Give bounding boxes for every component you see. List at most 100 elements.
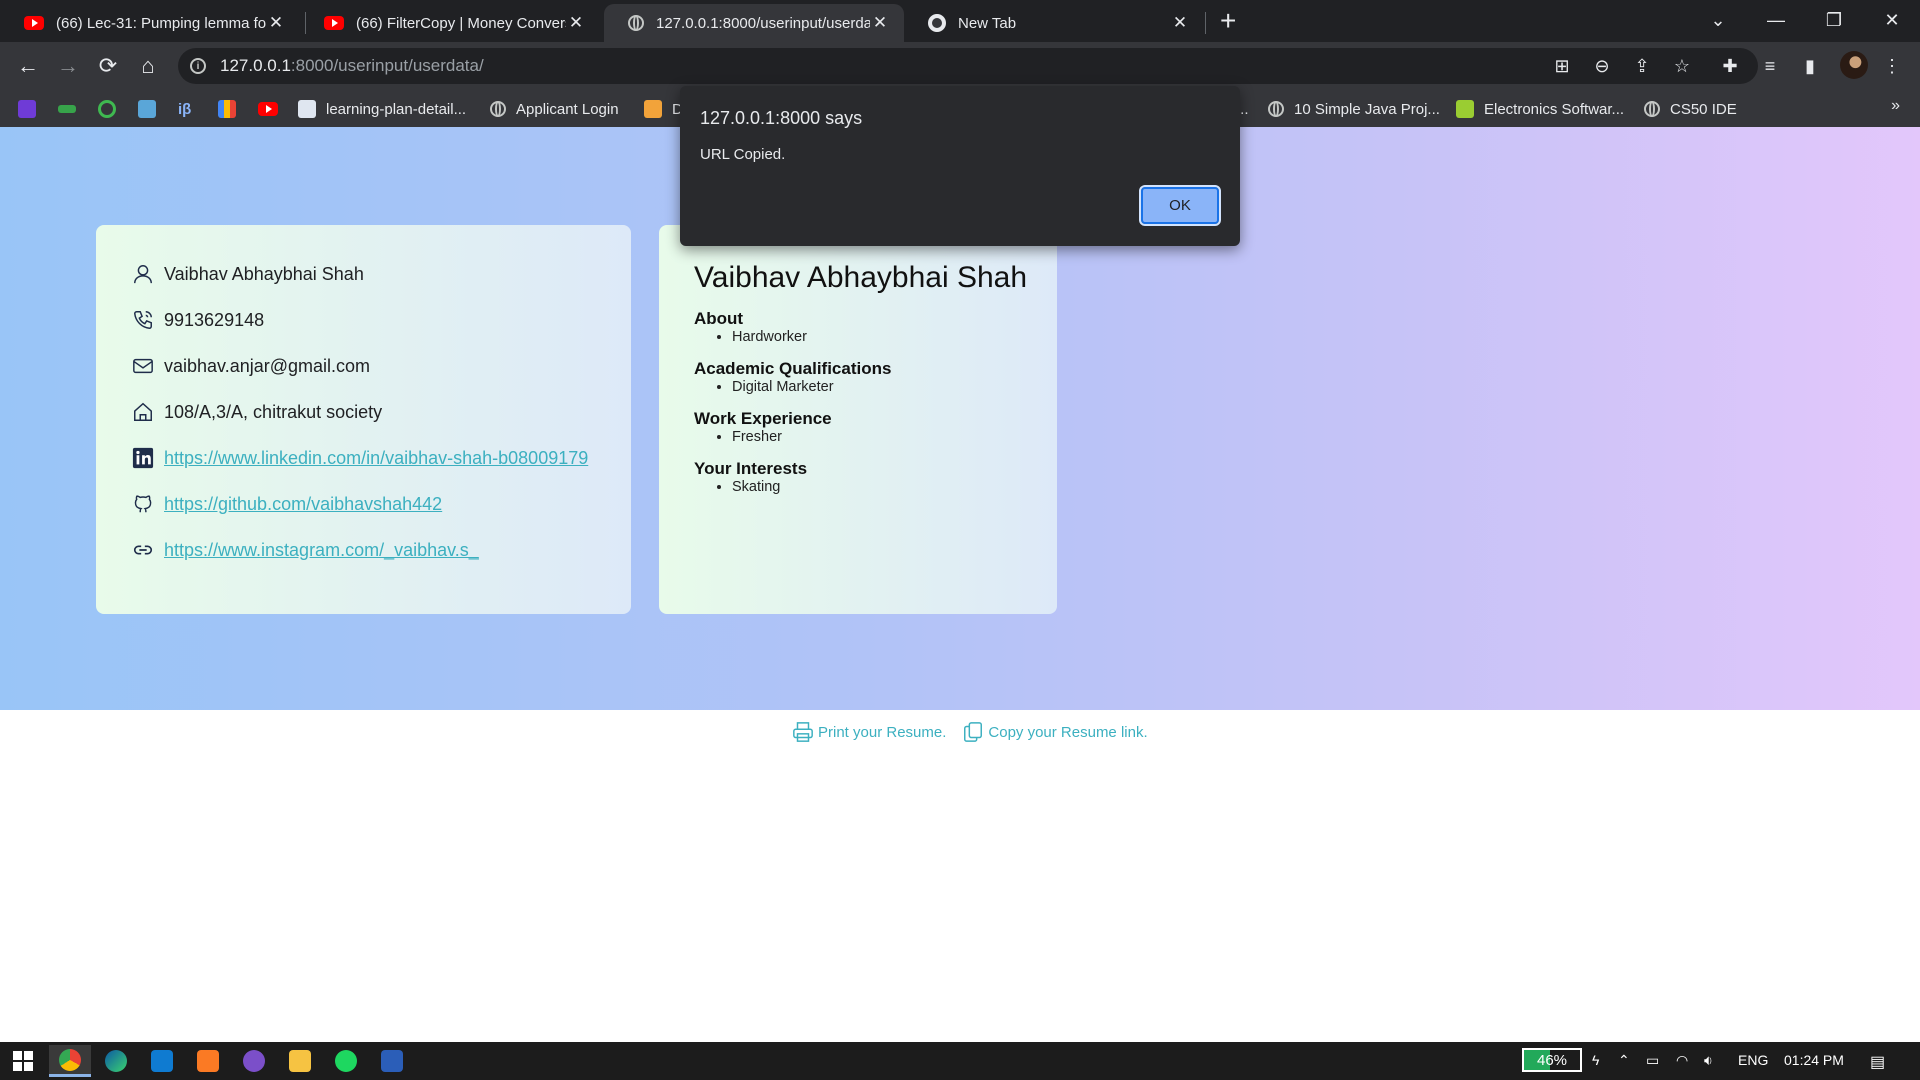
windows-taskbar: 46% ϟ ⌃ ▭ ◠ 🔉︎ ENG 01:24 PM ▤ — [0, 1042, 1920, 1080]
bookmark-label: Applicant Login — [516, 100, 619, 118]
forward-icon[interactable]: → — [52, 50, 84, 82]
bookmark-icon-2[interactable] — [58, 98, 76, 120]
bookmark-cs50[interactable]: CS50 IDE — [1644, 98, 1737, 120]
tab-title: (66) Lec-31: Pumping lemma for — [56, 14, 266, 32]
globe-icon — [628, 15, 644, 31]
language-indicator[interactable]: ENG — [1738, 1052, 1768, 1068]
chrome-icon — [928, 14, 946, 32]
bookmark-electronics[interactable]: Electronics Softwar... — [1456, 98, 1624, 120]
notifications-icon[interactable]: ▤ — [1870, 1052, 1885, 1072]
tab-strip: (66) Lec-31: Pumping lemma for ✕ (66) Fi… — [0, 0, 1920, 42]
bookmark-icon-4[interactable] — [138, 98, 156, 120]
github-link[interactable]: https://github.com/vaibhavshah442 — [164, 494, 442, 515]
close-icon[interactable]: ✕ — [1170, 13, 1190, 33]
share-icon[interactable]: ⇪ — [1630, 54, 1654, 78]
bookmark-learning-plan[interactable]: learning-plan-detail... — [298, 98, 466, 120]
tab-1[interactable]: (66) Lec-31: Pumping lemma for ✕ — [0, 4, 300, 42]
bookmark-star-icon[interactable]: ☆ — [1670, 54, 1694, 78]
contact-linkedin-row: https://www.linkedin.com/in/vaibhav-shah… — [132, 447, 588, 469]
battery-icon[interactable]: ▭ — [1646, 1052, 1659, 1069]
contact-instagram-row: https://www.instagram.com/_vaibhav.s_ — [132, 539, 479, 561]
tab-title: (66) FilterCopy | Money Conversa — [356, 14, 566, 32]
charging-icon: ϟ — [1592, 1052, 1600, 1068]
bookmark-icon-1[interactable] — [18, 98, 36, 120]
cisco-icon — [298, 100, 316, 118]
chrome-icon — [59, 1048, 81, 1071]
link-icon — [132, 539, 154, 561]
taskbar-edge[interactable] — [95, 1045, 137, 1077]
volume-icon[interactable]: 🔉︎ — [1704, 1052, 1713, 1069]
instagram-link[interactable]: https://www.instagram.com/_vaibhav.s_ — [164, 540, 479, 561]
site-info-icon[interactable]: i — [190, 58, 206, 74]
section-title-academic: Academic Qualifications — [694, 359, 892, 378]
contact-address: 108/A,3/A, chitrakut society — [164, 401, 383, 422]
copy-resume-link[interactable]: Copy your Resume link. — [962, 721, 1148, 743]
bookmark-favicon — [644, 100, 662, 118]
tab-4[interactable]: New Tab ✕ — [904, 4, 1204, 42]
tab-2[interactable]: (66) FilterCopy | Money Conversa ✕ — [300, 4, 600, 42]
taskbar-xampp[interactable] — [187, 1045, 229, 1077]
print-resume-link[interactable]: Print your Resume. — [792, 721, 946, 743]
bookmark-youtube[interactable] — [258, 98, 278, 120]
taskbar-github-desktop[interactable] — [233, 1045, 275, 1077]
home-icon[interactable]: ⌂ — [132, 50, 164, 82]
contact-name: Vaibhav Abhaybhai Shah — [164, 263, 364, 284]
bookmark-label: 10 Simple Java Proj... — [1294, 100, 1440, 118]
close-icon[interactable]: ✕ — [870, 13, 890, 33]
back-icon[interactable]: ← — [12, 50, 44, 82]
bookmark-d[interactable]: D — [644, 98, 683, 120]
linkedin-link[interactable]: https://www.linkedin.com/in/vaibhav-shah… — [164, 448, 588, 469]
list-item: Fresher — [732, 429, 1057, 445]
bookmark-icon-6[interactable] — [218, 98, 236, 120]
taskbar-file-explorer[interactable] — [279, 1045, 321, 1077]
restore-button[interactable]: ❐ — [1804, 0, 1864, 40]
bookmark-icon-3[interactable] — [98, 98, 116, 120]
minimize-button[interactable]: — — [1746, 0, 1806, 40]
linkedin-icon — [132, 447, 154, 469]
taskbar-vscode[interactable] — [141, 1045, 183, 1077]
contact-address-row: 108/A,3/A, chitrakut society — [132, 401, 382, 423]
list-item: Skating — [732, 479, 1057, 495]
close-window-button[interactable]: ✕ — [1862, 0, 1920, 40]
start-button[interactable] — [2, 1045, 44, 1077]
phone-icon — [132, 309, 154, 331]
chevron-up-icon[interactable]: ⌃ — [1618, 1052, 1630, 1069]
battery-indicator[interactable]: 46% — [1522, 1048, 1582, 1072]
close-icon[interactable]: ✕ — [566, 13, 586, 33]
bookmark-label: learning-plan-detail... — [326, 100, 467, 118]
address-bar[interactable]: i 127.0.0.1:8000/userinput/userdata/ — [178, 48, 1758, 84]
dialog-title: 127.0.0.1:8000 says — [700, 108, 863, 128]
taskbar-chrome[interactable] — [49, 1045, 91, 1077]
wifi-icon[interactable]: ◠ — [1676, 1052, 1688, 1069]
windows-icon — [13, 1051, 33, 1071]
taskbar-word[interactable] — [371, 1045, 413, 1077]
edge-icon — [105, 1050, 127, 1072]
tab-search-icon[interactable]: ⌄ — [1688, 0, 1748, 40]
bookmark-java-projects[interactable]: 10 Simple Java Proj... — [1268, 98, 1440, 120]
zoom-icon[interactable]: ⊖ — [1590, 54, 1614, 78]
tab-3-active[interactable]: 127.0.0.1:8000/userinput/userdat ✕ — [604, 4, 904, 42]
side-panel-icon[interactable]: ▮ — [1798, 54, 1822, 78]
battery-percent: 46% — [1536, 1051, 1568, 1069]
print-resume-label: Print your Resume. — [818, 723, 947, 741]
contact-phone: 9913629148 — [164, 309, 265, 330]
extensions-icon[interactable]: ✚ — [1718, 54, 1742, 78]
taskbar-spotify[interactable] — [325, 1045, 367, 1077]
alert-dialog: 127.0.0.1:8000 says URL Copied. OK — [680, 86, 1240, 246]
youtube-icon — [324, 16, 344, 30]
new-tab-button[interactable]: + — [1220, 6, 1236, 36]
profile-avatar[interactable] — [1840, 51, 1868, 79]
bookmark-applicant-login[interactable]: Applicant Login — [490, 98, 619, 120]
copy-resume-label: Copy your Resume link. — [988, 723, 1148, 741]
close-icon[interactable]: ✕ — [266, 13, 286, 33]
clock[interactable]: 01:24 PM — [1784, 1052, 1844, 1068]
menu-icon[interactable]: ⋮ — [1880, 54, 1904, 78]
section-list-academic: Digital Marketer — [732, 379, 1057, 395]
translate-icon[interactable]: ⊞ — [1550, 54, 1574, 78]
bookmarks-overflow-button[interactable]: » — [1891, 97, 1900, 115]
ok-button[interactable]: OK — [1139, 185, 1221, 226]
youtube-icon — [258, 102, 278, 116]
bookmark-icon-5[interactable]: iβ — [178, 98, 191, 120]
reload-icon[interactable]: ⟳ — [92, 50, 124, 82]
media-icon[interactable]: ≡ — [1758, 54, 1782, 78]
